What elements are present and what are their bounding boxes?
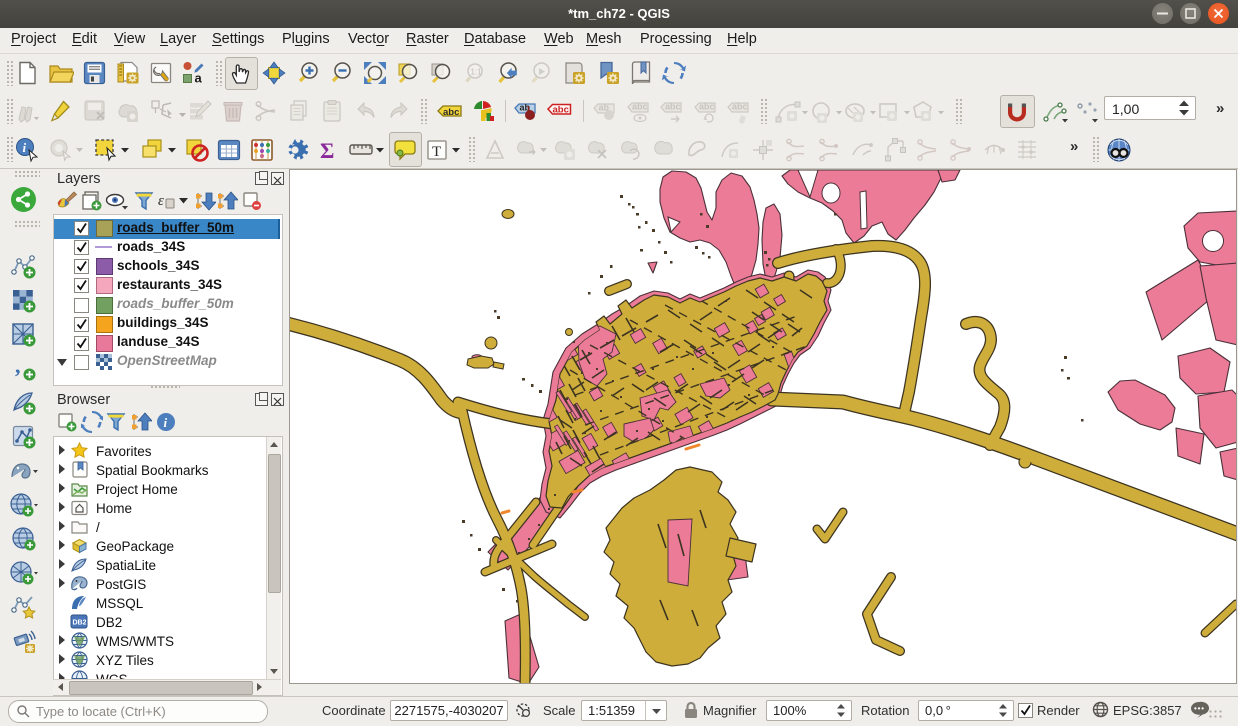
svg-text:1:1: 1:1 — [471, 68, 483, 77]
svg-text:abc: abc — [443, 107, 459, 118]
svg-text:abc: abc — [732, 102, 748, 112]
svg-text:,: , — [15, 356, 21, 378]
svg-text:ε: ε — [158, 193, 164, 209]
svg-text:abc: abc — [665, 102, 681, 112]
svg-text:i: i — [164, 415, 168, 430]
svg-text:T: T — [432, 144, 441, 160]
svg-text:abc: abc — [553, 105, 569, 116]
svg-text:abc: abc — [699, 102, 715, 112]
svg-text:abc: abc — [632, 102, 648, 112]
svg-text:DB2: DB2 — [73, 620, 87, 627]
svg-text:a: a — [195, 71, 203, 86]
svg-text:i: i — [23, 140, 27, 155]
svg-text:Σ: Σ — [320, 138, 334, 163]
